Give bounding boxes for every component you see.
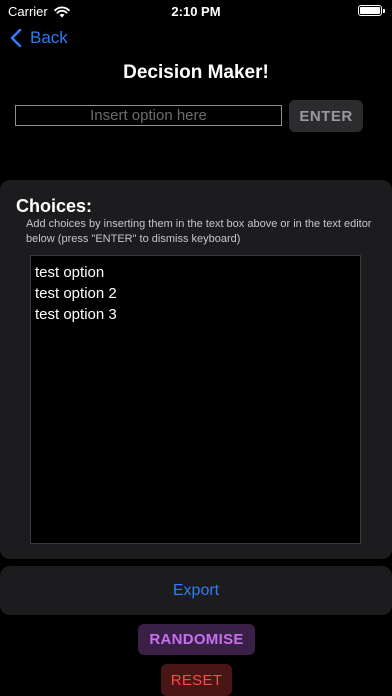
status-time: 2:10 PM [171, 4, 221, 19]
choices-help-text: Add choices by inserting them in the tex… [26, 218, 372, 245]
randomise-button[interactable]: RANDOMISE [138, 624, 255, 655]
choices-heading: Choices: [16, 196, 93, 216]
enter-button[interactable]: ENTER [289, 100, 363, 132]
back-button[interactable]: Back [10, 28, 68, 48]
battery-icon [358, 5, 385, 16]
back-label: Back [30, 28, 68, 47]
choices-panel: Choices: Add choices by inserting them i… [0, 180, 392, 559]
reset-button[interactable]: RESET [161, 664, 232, 696]
option-input[interactable] [15, 105, 282, 126]
export-panel: Export [0, 566, 392, 615]
status-bar: Carrier 2:10 PM [0, 0, 392, 22]
chevron-left-icon [10, 28, 22, 48]
choices-text-editor[interactable] [30, 255, 361, 544]
page-title: Decision Maker! [123, 62, 269, 83]
export-button[interactable]: Export [0, 566, 392, 615]
